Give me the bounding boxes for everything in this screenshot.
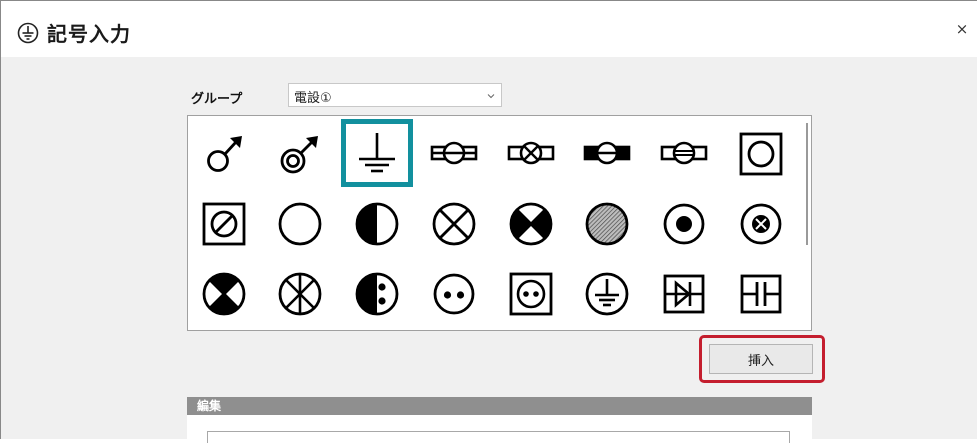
square-circle-icon <box>739 132 783 176</box>
circle-dot-icon <box>663 203 705 245</box>
circle-icon <box>278 202 322 246</box>
symbol-fluorescent-lamp-x[interactable] <box>495 120 567 188</box>
symbol-ground[interactable] <box>341 119 413 187</box>
circle-small-x-icon <box>740 203 782 245</box>
male-symbol-icon <box>207 136 242 172</box>
close-button[interactable]: × <box>955 19 969 39</box>
symbol-circle-x[interactable] <box>418 190 490 258</box>
symbol-circle[interactable] <box>264 190 336 258</box>
circle-x-icon <box>432 202 476 246</box>
symbol-circle-two-dots[interactable] <box>418 260 490 328</box>
square-outlet-icon <box>509 272 553 316</box>
fluorescent-lamp-icon <box>430 141 478 165</box>
symbol-square-outlet[interactable] <box>495 260 567 328</box>
fluorescent-lamp-filled-icon <box>583 141 631 165</box>
symbol-square-slashed-circle[interactable] <box>188 190 260 258</box>
symbol-grid <box>187 115 812 331</box>
circle-half-dots-icon <box>355 272 399 316</box>
edit-input[interactable] <box>207 431 790 443</box>
symbol-hatched-circle[interactable] <box>571 190 643 258</box>
ground-icon <box>359 133 395 173</box>
symbol-grid-scrollbar[interactable] <box>801 117 810 329</box>
symbol-fluorescent-lamp[interactable] <box>418 120 490 188</box>
symbol-circle-x-filled[interactable] <box>495 190 567 258</box>
fluorescent-lamp-x-icon <box>507 141 555 165</box>
circle-ground-icon <box>585 272 629 316</box>
symbol-boxed-capacitor[interactable] <box>725 260 797 328</box>
symbol-boxed-diode[interactable] <box>648 260 720 328</box>
double-circle-arrow-icon <box>280 136 318 174</box>
title-bar: 記号入力 × <box>1 1 977 57</box>
symbol-circle-small-x[interactable] <box>725 190 797 258</box>
group-label: グループ <box>191 92 243 107</box>
circle-x-filled-icon <box>509 202 553 246</box>
hatched-circle-icon <box>585 202 629 246</box>
half-filled-circle-icon <box>355 202 399 246</box>
boxed-diode-icon <box>663 274 705 314</box>
circle-asterisk-icon <box>278 272 322 316</box>
symbol-fluorescent-lamp-striped[interactable] <box>648 120 720 188</box>
symbol-half-filled-circle[interactable] <box>341 190 413 258</box>
symbol-circle-ground[interactable] <box>571 260 643 328</box>
ground-circle-icon <box>17 22 39 44</box>
fluorescent-lamp-striped-icon <box>660 141 708 165</box>
symbol-circle-half-dots[interactable] <box>341 260 413 328</box>
dialog-title: 記号入力 <box>47 22 131 46</box>
symbol-fluorescent-lamp-filled[interactable] <box>571 120 643 188</box>
symbol-square-circle[interactable] <box>725 120 797 188</box>
symbol-circle-dot[interactable] <box>648 190 720 258</box>
scrollbar-thumb[interactable] <box>806 123 808 245</box>
symbol-circle-x-filled-lr[interactable] <box>188 260 260 328</box>
group-select[interactable]: 電設① <box>288 83 502 107</box>
group-select-value: 電設① <box>294 91 332 106</box>
square-slashed-circle-icon <box>202 202 246 246</box>
boxed-capacitor-icon <box>740 274 782 314</box>
insert-button[interactable]: 挿入 <box>709 344 813 374</box>
symbol-male[interactable] <box>188 120 260 188</box>
symbol-circle-asterisk[interactable] <box>264 260 336 328</box>
circle-x-filled-lr-icon <box>202 272 246 316</box>
chevron-down-icon <box>487 94 495 99</box>
symbol-double-circle-arrow[interactable] <box>264 120 336 188</box>
symbol-input-dialog: 記号入力 × グループ 電設① 挿入 編集 <box>0 0 977 443</box>
edit-section-header: 編集 <box>187 397 812 415</box>
circle-two-dots-icon <box>433 273 475 315</box>
